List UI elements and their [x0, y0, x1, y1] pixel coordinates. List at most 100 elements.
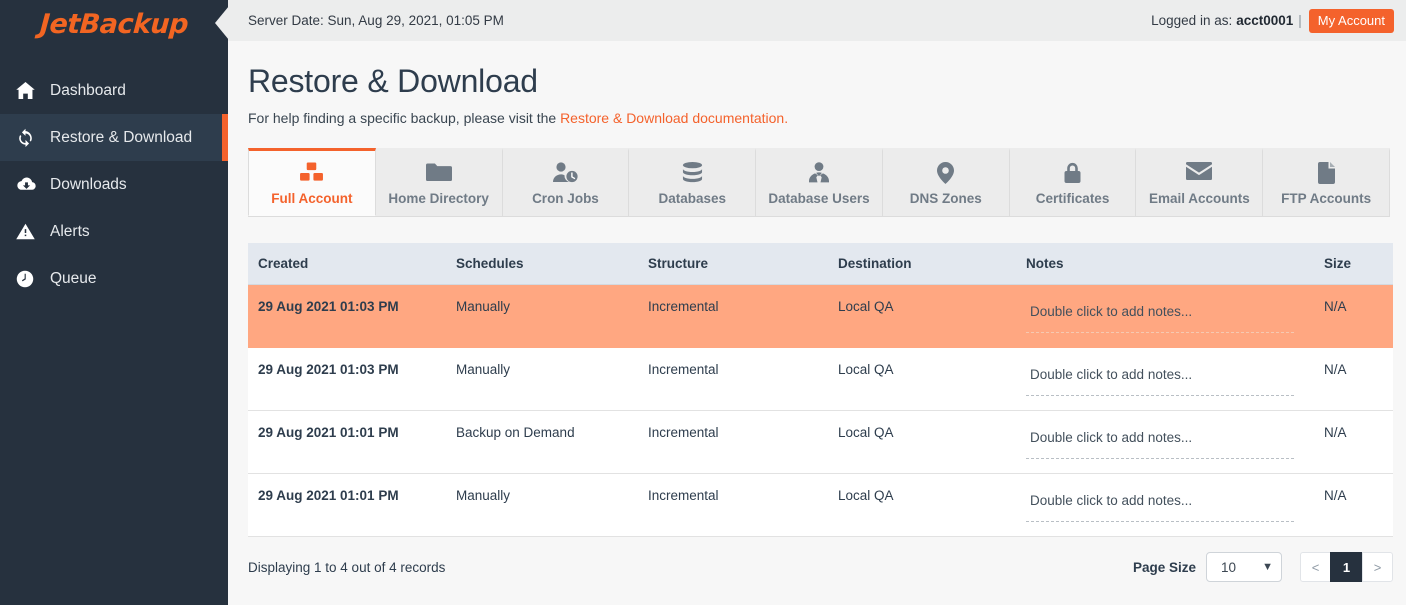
table-row[interactable]: 29 Aug 2021 01:03 PM Manually Incrementa… [248, 284, 1393, 348]
notes-placeholder[interactable]: Double click to add notes... [1026, 304, 1294, 333]
tab-email-accounts[interactable]: Email Accounts [1136, 148, 1264, 216]
sidebar-item-restore-download[interactable]: Restore & Download [0, 114, 228, 161]
page-buttons: < 1 > [1300, 552, 1393, 582]
cell-created: 29 Aug 2021 01:01 PM [248, 410, 446, 474]
table-row[interactable]: 29 Aug 2021 01:01 PM Manually Incrementa… [248, 473, 1393, 537]
refresh-icon [16, 128, 42, 147]
topbar: Server Date: Sun, Aug 29, 2021, 01:05 PM… [228, 0, 1406, 41]
cell-created: 29 Aug 2021 01:01 PM [248, 473, 446, 537]
cell-notes[interactable]: Double click to add notes... [1016, 410, 1314, 474]
subtitle-text: For help finding a specific backup, plea… [248, 110, 561, 126]
main-area: Server Date: Sun, Aug 29, 2021, 01:05 PM… [228, 0, 1406, 605]
sidebar-item-label: Downloads [50, 175, 127, 193]
user-clock-icon [507, 162, 625, 188]
page-size-label: Page Size [1132, 559, 1196, 575]
notes-placeholder[interactable]: Double click to add notes... [1026, 493, 1294, 522]
tab-full-account[interactable]: Full Account [248, 148, 376, 216]
cell-created: 29 Aug 2021 01:03 PM [248, 347, 446, 411]
cell-structure: Incremental [638, 410, 828, 474]
documentation-link[interactable]: Restore & Download documentation. [560, 110, 788, 126]
cell-schedules: Backup on Demand [446, 410, 638, 474]
tab-bar: Full Account Home Directory Cron Jobs Da… [248, 148, 1391, 217]
cell-schedules: Manually [446, 284, 638, 348]
cell-size: N/A [1314, 410, 1393, 474]
cell-structure: Incremental [638, 347, 828, 411]
app-root: JetBackup Dashboard Restore & Download D… [0, 0, 1406, 605]
cell-destination: Local QA [828, 473, 1016, 537]
sidebar-item-label: Alerts [50, 222, 90, 240]
table-header-row: Created Schedules Structure Destination … [248, 243, 1393, 285]
page-number-button[interactable]: 1 [1330, 552, 1363, 582]
cell-notes[interactable]: Double click to add notes... [1016, 347, 1314, 411]
tab-ftp-accounts[interactable]: FTP Accounts [1263, 148, 1391, 216]
tab-label: Cron Jobs [532, 191, 599, 206]
cell-notes[interactable]: Double click to add notes... [1016, 284, 1314, 348]
tab-label: Databases [658, 191, 726, 206]
notes-placeholder[interactable]: Double click to add notes... [1026, 367, 1294, 396]
tab-label: Home Directory [388, 191, 489, 206]
database-icon [633, 162, 751, 188]
tab-label: Certificates [1035, 191, 1110, 206]
warning-icon [16, 223, 42, 240]
tab-databases[interactable]: Databases [629, 148, 757, 216]
tab-dns-zones[interactable]: DNS Zones [882, 148, 1010, 216]
tab-database-users[interactable]: Database Users [756, 148, 883, 216]
column-header-destination[interactable]: Destination [828, 243, 1016, 285]
sidebar-item-label: Queue [50, 269, 97, 287]
page-size-select[interactable]: 10 25 50 100 [1206, 552, 1282, 582]
page-content: Restore & Download For help finding a sp… [228, 41, 1406, 605]
cell-destination: Local QA [828, 347, 1016, 411]
tab-home-directory[interactable]: Home Directory [375, 148, 503, 216]
notes-placeholder[interactable]: Double click to add notes... [1026, 430, 1294, 459]
backups-table: Created Schedules Structure Destination … [248, 243, 1393, 537]
cell-size: N/A [1314, 473, 1393, 537]
folder-icon [380, 162, 498, 188]
sidebar-item-label: Dashboard [50, 81, 126, 99]
tab-cron-jobs[interactable]: Cron Jobs [502, 148, 630, 216]
cell-structure: Incremental [638, 473, 828, 537]
page-title: Restore & Download [248, 63, 538, 99]
logged-in-label: Logged in as: [1151, 13, 1233, 28]
column-header-notes[interactable]: Notes [1016, 243, 1314, 285]
sidebar-item-label: Restore & Download [50, 128, 193, 146]
lock-icon [1014, 162, 1132, 188]
cell-structure: Incremental [638, 284, 828, 348]
page-size-select-wrap: 10 25 50 100 ▼ [1206, 552, 1282, 582]
records-count-text: Displaying 1 to 4 out of 4 records [248, 559, 446, 575]
cloud-download-icon [16, 176, 42, 193]
sidebar-item-dashboard[interactable]: Dashboard [0, 67, 228, 114]
column-header-structure[interactable]: Structure [638, 243, 828, 285]
cell-schedules: Manually [446, 347, 638, 411]
cell-destination: Local QA [828, 284, 1016, 348]
logo-notch-shape [215, 6, 229, 40]
table-row[interactable]: 29 Aug 2021 01:01 PM Backup on Demand In… [248, 410, 1393, 474]
cell-notes[interactable]: Double click to add notes... [1016, 473, 1314, 537]
app-logo[interactable]: JetBackup [0, 0, 229, 48]
tab-label: Email Accounts [1148, 191, 1250, 206]
topbar-separator: | [1298, 13, 1302, 28]
my-account-button[interactable]: My Account [1308, 8, 1394, 33]
cell-size: N/A [1314, 347, 1393, 411]
clock-icon [16, 270, 42, 288]
sidebar-item-alerts[interactable]: Alerts [0, 208, 228, 255]
tab-certificates[interactable]: Certificates [1009, 148, 1137, 216]
topbar-right: Logged in as: acct0001 | My Account [1151, 8, 1398, 33]
boxes-icon [253, 162, 371, 188]
prev-page-button[interactable]: < [1300, 552, 1331, 582]
column-header-size[interactable]: Size [1314, 243, 1393, 285]
cell-created: 29 Aug 2021 01:03 PM [248, 284, 446, 348]
next-page-button[interactable]: > [1362, 552, 1393, 582]
sidebar-item-downloads[interactable]: Downloads [0, 161, 228, 208]
tab-label: Database Users [768, 191, 870, 206]
file-icon [1267, 162, 1385, 188]
table-row[interactable]: 29 Aug 2021 01:03 PM Manually Incrementa… [248, 347, 1393, 411]
column-header-schedules[interactable]: Schedules [446, 243, 638, 285]
sidebar-item-queue[interactable]: Queue [0, 255, 228, 302]
account-name: acct0001 [1236, 13, 1294, 28]
tab-label: FTP Accounts [1281, 191, 1372, 206]
backups-table-wrap: Created Schedules Structure Destination … [248, 243, 1393, 537]
envelope-icon [1140, 162, 1258, 188]
column-header-created[interactable]: Created [248, 243, 446, 285]
cell-size: N/A [1314, 284, 1393, 348]
home-icon [16, 82, 42, 99]
